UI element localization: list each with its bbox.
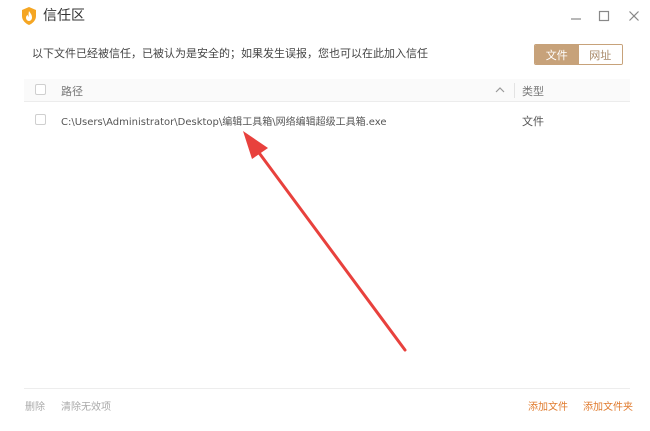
table-header: 路径 类型 bbox=[24, 79, 630, 102]
column-header-path[interactable]: 路径 bbox=[61, 83, 83, 99]
row-path: C:\Users\Administrator\Desktop\编辑工具箱\网络编… bbox=[61, 117, 387, 128]
row-type: 文件 bbox=[522, 115, 544, 128]
column-divider[interactable] bbox=[514, 83, 515, 98]
window-title: 信任区 bbox=[43, 8, 85, 24]
close-icon bbox=[629, 11, 639, 21]
clear-invalid-button[interactable]: 清除无效项 bbox=[61, 402, 111, 414]
minimize-icon bbox=[571, 18, 581, 20]
trust-hint-text: 以下文件已经被信任，已被认为是安全的；如果发生误报，您也可以在此加入信任 bbox=[32, 47, 428, 60]
shield-flame-icon bbox=[22, 7, 36, 25]
arrow-shaft bbox=[252, 144, 407, 352]
tab-url[interactable]: 网址 bbox=[578, 45, 622, 64]
row-checkbox[interactable] bbox=[35, 114, 46, 125]
select-all-checkbox[interactable] bbox=[35, 84, 46, 95]
sort-ascending-icon[interactable] bbox=[494, 84, 506, 96]
arrow-head bbox=[243, 131, 268, 159]
footer-divider bbox=[24, 388, 630, 389]
delete-button[interactable]: 删除 bbox=[25, 402, 45, 414]
title-bar: 信任区 bbox=[0, 0, 650, 32]
add-file-button[interactable]: 添加文件 bbox=[528, 402, 568, 414]
column-header-type[interactable]: 类型 bbox=[522, 83, 544, 99]
minimize-button[interactable] bbox=[566, 6, 586, 26]
add-folder-button[interactable]: 添加文件夹 bbox=[583, 402, 633, 414]
table-row[interactable]: C:\Users\Administrator\Desktop\编辑工具箱\网络编… bbox=[24, 109, 630, 131]
maximize-icon bbox=[598, 10, 610, 22]
close-button[interactable] bbox=[624, 6, 644, 26]
tab-file[interactable]: 文件 bbox=[535, 45, 579, 64]
maximize-button[interactable] bbox=[594, 6, 614, 26]
type-segmented-control: 文件 网址 bbox=[534, 44, 623, 65]
